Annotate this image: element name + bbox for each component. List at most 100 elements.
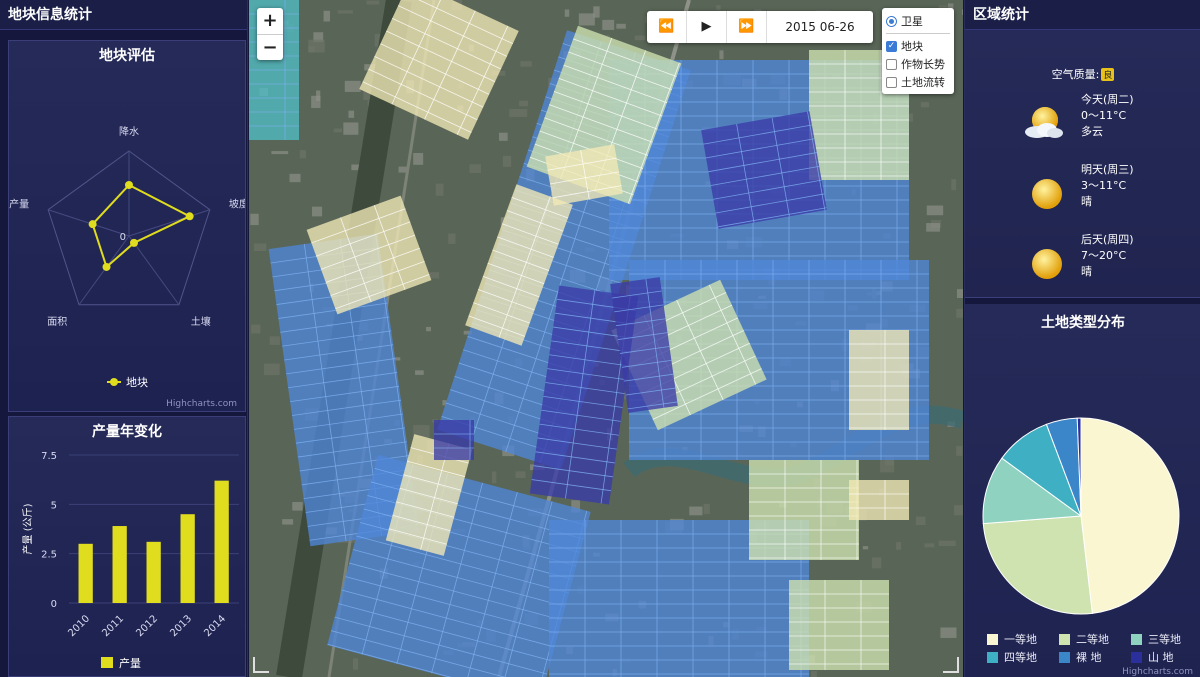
checkbox-icon — [886, 76, 897, 88]
satellite-map[interactable]: + − ⏪ ▶ ⏩ 2015 06-26 卫星 ✓ 地块 作物长势 土地流转 — [249, 0, 963, 677]
timeline-player: ⏪ ▶ ⏩ 2015 06-26 — [647, 11, 873, 43]
map-building — [951, 179, 957, 191]
left-panel: 地块信息统计 地块评估 降水 坡度 土壤 面积 产量 0 地块 Highcharts.com… — [0, 0, 249, 677]
layer-land-transfer[interactable]: 土地流转 — [886, 73, 950, 91]
radar-category-label: 降水 — [119, 125, 139, 138]
map-building — [564, 9, 570, 17]
map-building — [926, 205, 944, 216]
forecast-temp: 7～20°C — [1081, 249, 1127, 262]
map-building — [299, 150, 306, 159]
map-building — [343, 122, 359, 135]
legend-label: 一等地 — [1004, 633, 1037, 646]
pie-legend-item[interactable]: 三等地 — [1131, 631, 1197, 647]
map-building — [956, 446, 963, 456]
sun-icon — [1032, 179, 1062, 209]
legend-label: 三等地 — [1148, 633, 1181, 646]
map-building — [515, 471, 526, 478]
map-building — [920, 102, 930, 108]
bar-title: 产量年变化 — [92, 424, 162, 440]
forecast-temp: 3～11°C — [1081, 179, 1127, 192]
weather-card: 空气质量: 良 今天(周二) 0～11°C 多云 明天(周三) 3～11°C 晴… — [965, 30, 1200, 325]
rewind-icon: ⏪ — [658, 19, 675, 34]
layer-crop-growth-label: 作物长势 — [901, 58, 945, 71]
collapse-left-icon[interactable] — [253, 657, 269, 673]
parcel-block — [849, 480, 909, 520]
pie-legend-item[interactable]: 山 地 — [1131, 649, 1197, 665]
map-building — [880, 460, 895, 473]
bar-xtick-label: 2013 — [168, 613, 194, 639]
layer-parcel[interactable]: ✓ 地块 — [886, 37, 950, 55]
map-building — [896, 542, 902, 550]
map-building — [926, 223, 940, 232]
map-building — [333, 128, 343, 133]
radar-chart: 降水坡度土壤 面积 产量 0 地块 — [9, 125, 249, 389]
pie-legend-item[interactable]: 二等地 — [1059, 631, 1131, 647]
map-building — [956, 308, 963, 318]
legend-label: 裸 地 — [1076, 651, 1102, 664]
map-building — [366, 0, 380, 5]
map-building — [312, 206, 323, 217]
layer-crop-growth[interactable]: 作物长势 — [886, 55, 950, 73]
bar-xtick-label: 2011 — [100, 613, 126, 639]
bar-ytick-label: 7.5 — [41, 451, 57, 462]
zoom-in-button[interactable]: + — [257, 8, 283, 34]
layer-satellite-label: 卫星 — [901, 15, 923, 28]
bar — [180, 514, 195, 603]
timeline-date: 2015 06-26 — [785, 20, 855, 34]
forward-button[interactable]: ⏩ — [727, 11, 767, 43]
map-building — [448, 233, 456, 244]
radar-axis — [128, 209, 210, 237]
bar-ytick-label: 5 — [51, 500, 57, 511]
air-quality: 空气质量: 良 — [965, 66, 1200, 82]
partly-cloudy-icon — [1025, 107, 1063, 138]
radar-credit: Highcharts.com — [166, 399, 237, 409]
play-button[interactable]: ▶ — [687, 11, 727, 43]
map-building — [689, 506, 703, 516]
map-building — [316, 90, 321, 101]
map-building — [593, 6, 600, 18]
layer-switcher: 卫星 ✓ 地块 作物长势 土地流转 — [882, 8, 954, 94]
pie-card: 土地类型分布 Highcharts.com — [965, 304, 1200, 677]
map-building — [435, 183, 444, 196]
pie-legend-item[interactable]: 四等地 — [987, 649, 1059, 665]
map-building — [940, 627, 957, 638]
map-building — [289, 173, 301, 183]
layer-satellite[interactable]: 卫星 — [886, 12, 950, 30]
pie-slice — [1080, 417, 1180, 614]
map-canvas[interactable] — [249, 0, 963, 677]
map-building — [263, 363, 280, 376]
radar-category-label: 产量 — [9, 198, 29, 211]
map-building — [719, 50, 724, 60]
map-building — [578, 13, 595, 26]
dashboard: 地块信息统计 地块评估 降水 坡度 土壤 面积 产量 0 地块 Highcharts.com… — [0, 0, 1200, 677]
legend-swatch — [987, 633, 998, 645]
map-building — [415, 370, 424, 375]
forecast-cond: 晴 — [1081, 265, 1092, 278]
legend-label: 山 地 — [1148, 651, 1174, 664]
map-building — [509, 109, 528, 117]
checkbox-icon — [886, 58, 897, 70]
collapse-right-icon[interactable] — [943, 657, 959, 673]
bar-chart: 0 2.5 5 7.5 产量 (公斤) 2010 2011 2012 2013 2014 产量 — [21, 451, 239, 670]
map-building — [491, 471, 497, 484]
map-building — [282, 519, 294, 525]
radar-point — [129, 238, 138, 247]
pie-legend-item[interactable]: 裸 地 — [1059, 649, 1131, 665]
legend-swatch — [1131, 633, 1142, 645]
bar-legend-swatch — [101, 657, 113, 668]
bar-ytick-label: 0 — [51, 599, 57, 610]
pie-legend-item[interactable]: 一等地 — [987, 631, 1059, 647]
rewind-button[interactable]: ⏪ — [647, 11, 687, 43]
map-building — [251, 324, 261, 334]
zoom-control: + − — [257, 8, 283, 60]
bar-card: 产量年变化 0 2.5 5 7.5 产量 (公斤) 2010 2011 2012 2013 201… — [8, 416, 246, 677]
radar-category-label: 面积 — [47, 316, 67, 328]
zoom-out-button[interactable]: − — [257, 34, 283, 60]
parcel-block — [789, 580, 889, 670]
radar-series-line — [91, 183, 192, 269]
map-building — [862, 546, 869, 550]
map-building — [915, 516, 926, 526]
legend-label: 四等地 — [1004, 651, 1037, 664]
map-building — [323, 10, 330, 22]
radar-category-label: 坡度 — [229, 198, 245, 211]
